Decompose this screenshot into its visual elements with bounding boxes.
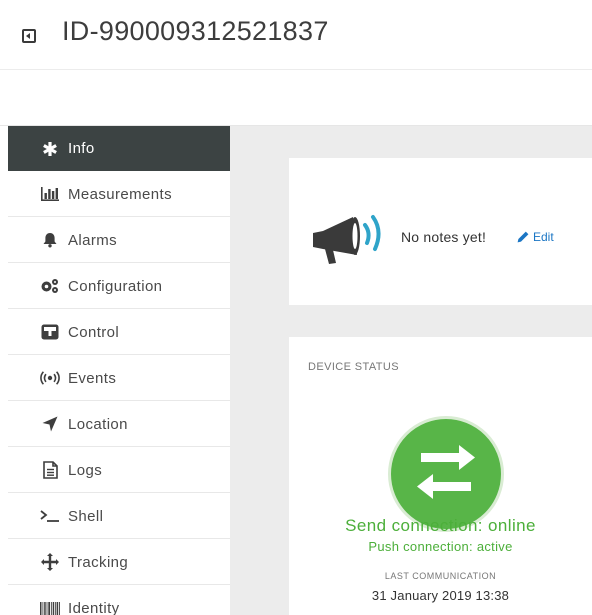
sidebar-item-logs[interactable]: Logs bbox=[8, 448, 230, 493]
sidebar-nav: Info Measurements Alarms Configuration C… bbox=[0, 126, 242, 615]
device-icon[interactable] bbox=[22, 29, 36, 43]
device-id-title: ID-990009312521837 bbox=[62, 16, 329, 46]
connection-status-indicator bbox=[388, 416, 504, 532]
asterisk-icon bbox=[40, 141, 60, 157]
sidebar-item-shell[interactable]: Shell bbox=[8, 494, 230, 539]
barcode-icon bbox=[40, 601, 60, 615]
document-icon bbox=[40, 461, 60, 479]
megaphone-icon bbox=[309, 211, 395, 272]
device-status-card: DEVICE STATUS Send connection: online Pu… bbox=[289, 337, 592, 615]
sidebar-item-configuration[interactable]: Configuration bbox=[8, 264, 230, 309]
sidebar-item-control[interactable]: Control bbox=[8, 310, 230, 355]
gears-icon bbox=[40, 278, 60, 294]
edit-label: Edit bbox=[533, 230, 554, 244]
pencil-icon bbox=[517, 231, 529, 243]
sidebar-item-info[interactable]: Info bbox=[8, 126, 242, 171]
location-arrow-icon bbox=[40, 416, 60, 432]
notes-card: No notes yet! Edit bbox=[289, 158, 592, 305]
main-content: No notes yet! Edit DEVICE STATUS Send co… bbox=[230, 126, 592, 615]
sidebar-item-measurements[interactable]: Measurements bbox=[8, 172, 230, 217]
sidebar-item-location[interactable]: Location bbox=[8, 402, 230, 447]
sidebar-item-label: Tracking bbox=[68, 553, 129, 571]
push-connection-status: Push connection: active bbox=[368, 539, 513, 554]
sidebar-item-label: Events bbox=[68, 369, 117, 387]
sidebar-item-label: Alarms bbox=[68, 231, 118, 249]
bar-chart-icon bbox=[40, 187, 60, 201]
sidebar-item-label: Info bbox=[68, 140, 95, 157]
crosshair-icon bbox=[40, 553, 60, 571]
device-header: ID-990009312521837 bbox=[0, 0, 592, 70]
last-communication-value: 31 January 2019 13:38 bbox=[371, 588, 510, 603]
sidebar-item-label: Configuration bbox=[68, 277, 163, 295]
sidebar-item-label: Shell bbox=[68, 507, 104, 525]
sidebar-item-events[interactable]: Events bbox=[8, 356, 230, 401]
control-icon bbox=[40, 324, 60, 340]
sidebar-item-label: Control bbox=[68, 323, 120, 341]
send-connection-status: Send connection: online bbox=[345, 516, 536, 535]
notes-empty-text: No notes yet! bbox=[401, 229, 487, 245]
sidebar-item-label: Logs bbox=[68, 461, 103, 479]
bell-icon bbox=[40, 232, 60, 248]
last-communication-label: LAST COMMUNICATION bbox=[384, 571, 497, 581]
sidebar-item-label: Location bbox=[68, 415, 128, 433]
broadcast-icon bbox=[40, 371, 60, 385]
sidebar-item-label: Measurements bbox=[68, 185, 173, 203]
sidebar-item-tracking[interactable]: Tracking bbox=[8, 540, 230, 585]
arrows-exchange-icon bbox=[417, 445, 475, 499]
sidebar-item-label: Identity bbox=[68, 600, 120, 615]
device-status-label: DEVICE STATUS bbox=[308, 361, 399, 373]
terminal-icon bbox=[40, 509, 60, 523]
sidebar-item-identity[interactable]: Identity bbox=[8, 586, 230, 615]
sidebar-item-alarms[interactable]: Alarms bbox=[8, 218, 230, 263]
edit-notes-link[interactable]: Edit bbox=[517, 230, 554, 244]
sub-header-bar bbox=[0, 70, 592, 126]
